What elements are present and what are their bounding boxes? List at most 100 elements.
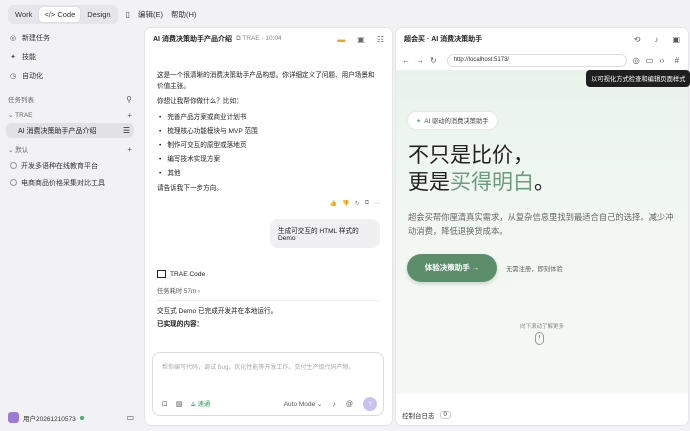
inspect-style-icon[interactable]: # <box>675 56 679 65</box>
target-icon[interactable]: ◎ <box>633 56 640 65</box>
badge-label: AI 驱动的消费决策助手 <box>424 118 489 125</box>
chat-meta: ⧉ TRAE · 10:04 <box>235 35 282 42</box>
sidebar-item-automation[interactable]: ◷ 自动化 <box>0 66 140 85</box>
device-icon[interactable]: ▭ <box>126 413 134 422</box>
group-label: 默认 <box>15 147 29 154</box>
preview-header: 超会买 · AI 消费决策助手 ⟲ ♪ ▣ <box>396 28 688 50</box>
sidebar-item-label: 新建任务 <box>22 34 50 42</box>
preview-viewport: ✦ AI 驱动的消费决策助手 不只是比价， 更是买得明白。 超会买帮你厘清真实需求… <box>396 70 688 394</box>
mode-code-label: Code <box>57 9 76 19</box>
menu-help[interactable]: 帮助(H) <box>171 9 196 20</box>
task-label: 开发多语种在线教育平台 <box>21 162 98 170</box>
add-task-icon[interactable]: + <box>127 145 132 154</box>
attach-icon[interactable]: ⊡ <box>162 400 168 408</box>
url-bar[interactable]: http://localhost:5173/ <box>446 53 627 67</box>
hero-line2-plain: 更是 <box>408 170 450 194</box>
panel-icon[interactable]: ▣ <box>672 35 680 44</box>
sidebar-item-label: 自动化 <box>22 72 43 80</box>
send-button[interactable]: ↑ <box>363 397 377 411</box>
list-icon[interactable]: ☰ <box>123 126 130 135</box>
microphone-icon[interactable]: ♪ <box>332 401 336 408</box>
mode-code[interactable]: </> Code <box>39 6 81 22</box>
task-list-label: 任务列表 <box>8 97 34 104</box>
list-item: 制作可交互的原型或落地页 <box>157 139 380 153</box>
reload-icon[interactable]: ↻ <box>430 56 437 65</box>
app-window: Work </> Code Design ▯ 编辑(E) 帮助(H) ◎ 新建任… <box>0 0 690 431</box>
sparkle-icon: ✦ <box>416 118 422 125</box>
list-item: 其他 <box>157 167 380 181</box>
try-assistant-button[interactable]: 体验决策助手 → <box>407 254 497 282</box>
tooltip: 以可视化方式检查和编辑页面样式 <box>586 70 690 87</box>
input-placeholder: 帮你编写代码，调试 Bug，优化性能等开发工作。交付生产级代码产物。 <box>162 365 355 371</box>
implemented-label: 已实现的内容： <box>157 321 204 328</box>
task-list-header: 任务列表 ⚲ <box>0 91 140 107</box>
chevron-down-icon: ⌄ <box>8 147 14 154</box>
share-icon[interactable]: ⟲ <box>634 35 641 44</box>
task-item-active[interactable]: AI 消费决策助手产品介绍 ☰ <box>6 123 134 138</box>
more-icon[interactable]: ⋯ <box>374 200 380 207</box>
chevron-down-icon: ⌄ <box>8 112 14 119</box>
hero-line2-end: 。 <box>534 170 555 194</box>
chat-meta-text: TRAE · 10:04 <box>242 35 282 42</box>
hero-line2: 更是买得明白。 <box>408 169 555 196</box>
group-trae[interactable]: ⌄ TRAE + <box>0 107 140 123</box>
elapsed-time[interactable]: 任务耗时 57m › <box>157 286 380 301</box>
folder-icon[interactable]: ▬ <box>337 35 345 44</box>
code-icon[interactable]: ‹› <box>659 56 664 65</box>
list-item: 梳理核心功能模块与 MVP 范围 <box>157 125 380 139</box>
copy-icon[interactable]: ⧉ <box>365 200 369 207</box>
scroll-hint: 向下滚动了解更多 <box>519 324 564 330</box>
console-count: 0 <box>439 411 451 419</box>
badge: ✦ AI 驱动的消费决策助手 <box>408 112 497 129</box>
group-default[interactable]: ⌄ 默认 + <box>0 141 140 157</box>
sidebar-item-new-task[interactable]: ◎ 新建任务 <box>0 28 140 47</box>
hero-subtitle: 超会买帮你厘清真实需求，从复杂信息里找到最适合自己的选择。减少冲动消费，降低退换… <box>408 212 674 236</box>
mode-design[interactable]: Design <box>82 7 115 22</box>
camera-icon[interactable]: ▭ <box>646 56 654 65</box>
task-status-icon <box>10 162 17 169</box>
task-item[interactable]: 开发多语种在线教育平台 <box>0 157 140 174</box>
filter-icon[interactable]: ⚲ <box>126 95 132 104</box>
console-bar[interactable]: 控制台日志 0 <box>396 405 688 425</box>
refresh-icon[interactable]: ↻ <box>355 200 360 207</box>
task-status-icon <box>10 179 17 186</box>
chat-header: AI 消费决策助手产品介绍 ⧉ TRAE · 10:04 ▬ ▣ ☷ <box>145 28 392 50</box>
hero-accent: 买得明白 <box>450 170 534 194</box>
thumbs-down-icon[interactable]: 👎 <box>342 200 349 207</box>
sidebar-item-label: 技能 <box>22 53 36 61</box>
sidebar-item-skills[interactable]: ✦ 技能 <box>0 47 140 66</box>
automation-icon: ◷ <box>9 72 17 80</box>
console-label: 控制台日志 <box>402 413 435 420</box>
image-icon[interactable]: ▨ <box>176 400 183 408</box>
thumbs-up-icon[interactable]: 👍 <box>330 200 337 207</box>
mode-work[interactable]: Work <box>10 7 37 22</box>
assistant-question: 你想让我帮你做什么？比如： <box>157 98 243 105</box>
at-icon[interactable]: @ <box>346 401 353 408</box>
cta-note: 无需注册，即刻体验 <box>506 266 563 273</box>
user-message: 生成可交互的 HTML 样式的 Demo <box>270 219 380 248</box>
task-label: AI 消费决策助手产品介绍 <box>18 127 97 135</box>
mode-select[interactable]: Auto Mode ⌄ <box>284 400 323 408</box>
sidebar: ◎ 新建任务 ✦ 技能 ◷ 自动化 任务列表 ⚲ ⌄ TRAE + AI 消费决… <box>0 28 140 431</box>
back-icon[interactable]: ← <box>402 56 410 65</box>
forward-icon[interactable]: → <box>416 56 424 65</box>
bell-icon[interactable]: ♪ <box>654 35 658 44</box>
sidebar-icon[interactable]: ▯ <box>126 10 130 19</box>
mode-label: Auto Mode <box>283 401 316 408</box>
mouse-icon <box>535 332 544 345</box>
quick-toggle[interactable]: ⟁ 速通 <box>191 399 211 409</box>
skill-icon: ✦ <box>10 53 16 61</box>
add-task-icon[interactable]: + <box>127 111 132 120</box>
quick-label: 速通 <box>197 401 211 408</box>
assistant-intro: 这是一个很清晰的消费决策助手产品构想。你详细定义了问题、用户场景和价值主张。 <box>157 72 375 90</box>
menu-edit[interactable]: 编辑(E) <box>138 9 163 20</box>
user-name: 用户20261210573 <box>23 415 76 423</box>
preview-panel: 超会买 · AI 消费决策助手 ⟲ ♪ ▣ ← → ↻ http://local… <box>396 28 688 425</box>
settings-sliders-icon[interactable]: ☷ <box>377 35 384 44</box>
user-profile[interactable]: 用户20261210573 ▭ <box>8 412 134 423</box>
assistant-closing: 请告诉我下一步方向。 <box>157 185 223 192</box>
panel-icon[interactable]: ▣ <box>357 35 365 44</box>
browser-nav: ← → ↻ http://localhost:5173/ ◎ ▭ ‹› # <box>396 50 688 70</box>
chat-input[interactable]: 帮你编写代码，调试 Bug，优化性能等开发工作。交付生产级代码产物。 ⊡ ▨ ⟁… <box>152 352 384 416</box>
task-item[interactable]: 电商商品价格采集对比工具 <box>0 174 140 191</box>
